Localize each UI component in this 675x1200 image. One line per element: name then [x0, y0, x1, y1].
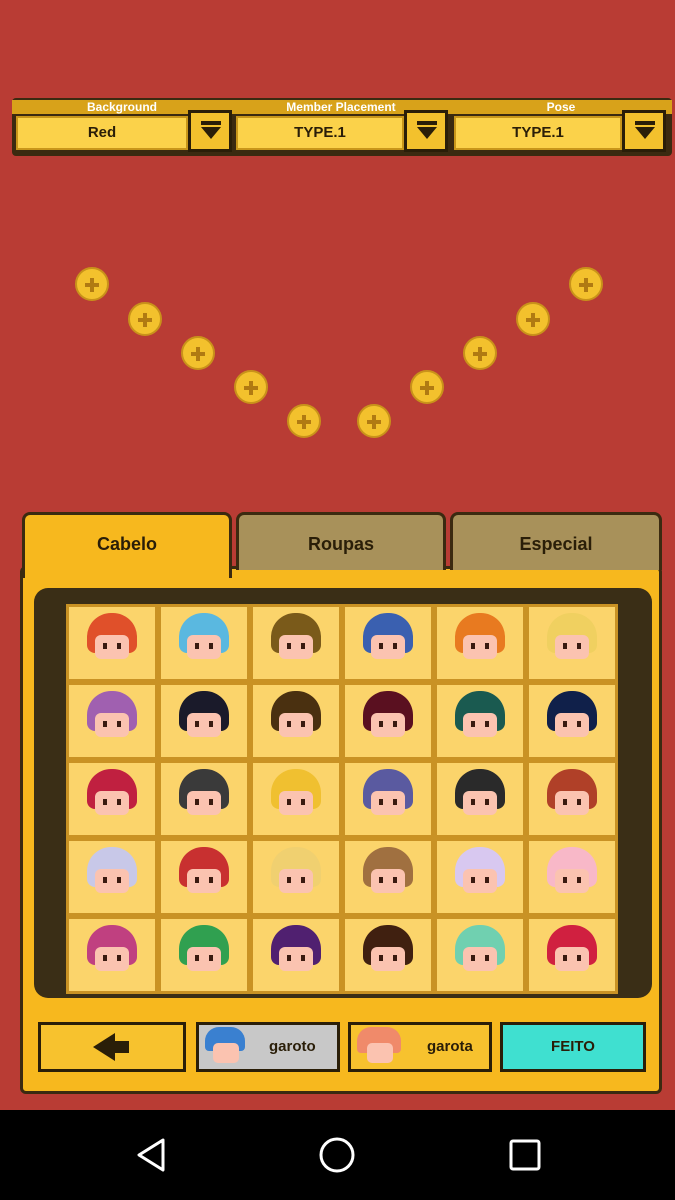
hair-style-option[interactable] [66, 916, 158, 994]
hair-style-option[interactable] [434, 760, 526, 838]
hair-style-option[interactable] [342, 604, 434, 682]
pose-dropdown[interactable]: Pose TYPE.1 [450, 98, 672, 156]
face-icon [463, 869, 497, 893]
hair-style-option[interactable] [158, 682, 250, 760]
home-nav-icon[interactable] [318, 1136, 356, 1174]
face-icon [279, 635, 313, 659]
face-icon [187, 947, 221, 971]
add-member-slot-1[interactable] [75, 267, 109, 301]
face-icon [187, 791, 221, 815]
face-icon [279, 947, 313, 971]
face-icon [371, 947, 405, 971]
pose-value[interactable]: TYPE.1 [454, 116, 622, 150]
system-navigation-bar [0, 1110, 675, 1200]
hair-style-option[interactable] [434, 682, 526, 760]
face-icon [463, 635, 497, 659]
face-icon [95, 869, 129, 893]
girl-avatar-icon [357, 1027, 401, 1067]
settings-bar: Background Red Member Placement TYPE.1 P… [12, 98, 672, 156]
face-icon [463, 947, 497, 971]
face-icon [555, 947, 589, 971]
chevron-down-icon[interactable] [622, 110, 666, 152]
face-icon [95, 791, 129, 815]
face-icon [95, 713, 129, 737]
background-value[interactable]: Red [16, 116, 188, 150]
add-member-slot-8[interactable] [463, 336, 497, 370]
hair-style-grid [66, 604, 618, 996]
done-button[interactable]: FEITO [500, 1022, 646, 1072]
hair-style-option[interactable] [434, 604, 526, 682]
face-icon [555, 869, 589, 893]
face-icon [371, 791, 405, 815]
face-icon [371, 713, 405, 737]
face-icon [187, 635, 221, 659]
add-member-slot-3[interactable] [181, 336, 215, 370]
girl-button[interactable]: garota [348, 1022, 492, 1072]
face-icon [95, 947, 129, 971]
hair-style-option[interactable] [66, 682, 158, 760]
add-member-slot-4[interactable] [234, 370, 268, 404]
member-placement-dropdown[interactable]: Member Placement TYPE.1 [232, 98, 450, 156]
add-member-slot-2[interactable] [128, 302, 162, 336]
hair-style-option[interactable] [66, 604, 158, 682]
hair-style-option[interactable] [342, 916, 434, 994]
hair-style-option[interactable] [434, 916, 526, 994]
face-icon [279, 869, 313, 893]
add-member-slot-6[interactable] [357, 404, 391, 438]
hair-style-option[interactable] [250, 682, 342, 760]
hair-style-option[interactable] [250, 760, 342, 838]
back-nav-icon[interactable] [133, 1137, 169, 1173]
hair-style-option[interactable] [250, 604, 342, 682]
hair-style-option[interactable] [250, 916, 342, 994]
boy-avatar-icon [205, 1027, 245, 1067]
face-icon [555, 791, 589, 815]
boy-button[interactable]: garoto [196, 1022, 340, 1072]
face-icon [187, 869, 221, 893]
tab-especial[interactable]: Especial [450, 512, 662, 570]
recents-nav-icon[interactable] [508, 1138, 542, 1172]
tab-cabelo[interactable]: Cabelo [22, 512, 232, 578]
add-member-slot-9[interactable] [516, 302, 550, 336]
hair-style-option[interactable] [342, 838, 434, 916]
tab-roupas[interactable]: Roupas [236, 512, 446, 570]
face-icon [463, 791, 497, 815]
back-arrow-icon [93, 1033, 129, 1061]
face-icon [555, 635, 589, 659]
hair-style-option[interactable] [526, 682, 618, 760]
hair-style-option[interactable] [158, 916, 250, 994]
hair-style-option[interactable] [526, 604, 618, 682]
add-member-slot-5[interactable] [287, 404, 321, 438]
hair-style-option[interactable] [158, 760, 250, 838]
face-icon [279, 713, 313, 737]
hair-style-option[interactable] [342, 760, 434, 838]
hair-style-option[interactable] [526, 838, 618, 916]
face-icon [371, 635, 405, 659]
add-member-slot-7[interactable] [410, 370, 444, 404]
girl-label: garota [427, 1038, 473, 1055]
face-icon [371, 869, 405, 893]
face-icon [187, 713, 221, 737]
chevron-down-icon[interactable] [404, 110, 448, 152]
hair-style-option[interactable] [158, 604, 250, 682]
hair-style-option[interactable] [158, 838, 250, 916]
add-member-slot-10[interactable] [569, 267, 603, 301]
hair-style-option[interactable] [342, 682, 434, 760]
background-dropdown[interactable]: Background Red [12, 98, 232, 156]
hair-style-option[interactable] [526, 916, 618, 994]
chevron-down-icon[interactable] [188, 110, 232, 152]
member-placement-value[interactable]: TYPE.1 [236, 116, 404, 150]
face-icon [555, 713, 589, 737]
hair-style-option[interactable] [66, 760, 158, 838]
face-icon [279, 791, 313, 815]
hair-style-option[interactable] [250, 838, 342, 916]
face-icon [463, 713, 497, 737]
back-button[interactable] [38, 1022, 186, 1072]
hair-style-option[interactable] [66, 838, 158, 916]
boy-label: garoto [269, 1038, 316, 1055]
hair-style-option[interactable] [526, 760, 618, 838]
face-icon [95, 635, 129, 659]
hair-style-option[interactable] [434, 838, 526, 916]
